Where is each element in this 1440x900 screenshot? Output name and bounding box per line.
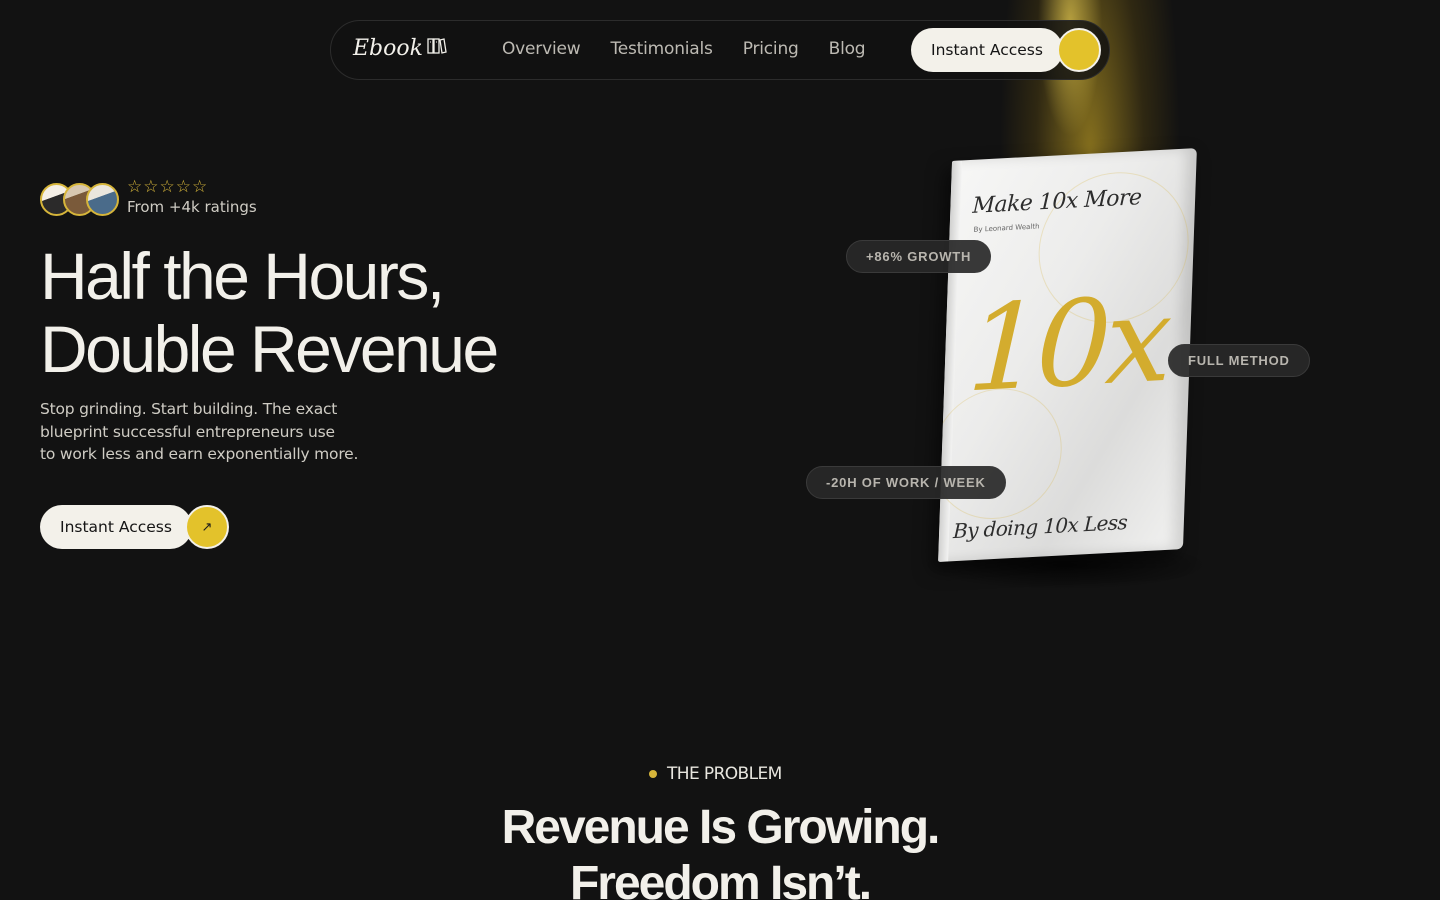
hero-subtitle-line1: Stop grinding. Start building. The exact	[40, 400, 338, 418]
section-title-line2: Freedom Isn’t.	[569, 857, 872, 900]
nav-instant-access-button[interactable]: Instant Access	[911, 28, 1063, 72]
avatar-group	[40, 183, 119, 216]
hero-title: Half the Hours, Double Revenue	[40, 239, 499, 386]
rating-text: From +4k ratings	[127, 198, 257, 216]
growth-badge: +86% GROWTH	[846, 240, 992, 273]
hero-title-line1: Half the Hours,	[40, 239, 445, 313]
section-eyebrow: THE PROBLEM	[649, 764, 782, 784]
nav-link-pricing[interactable]: Pricing	[743, 39, 799, 59]
nav-accent-button[interactable]	[1057, 28, 1101, 72]
arrow-up-right-icon[interactable]: ↗	[185, 505, 229, 549]
avatar	[86, 183, 119, 216]
star-rating-icon: ☆☆☆☆☆	[127, 177, 209, 197]
eyebrow-text: THE PROBLEM	[667, 764, 782, 784]
book-author: By Leonard Wealth	[973, 222, 1040, 234]
hero-subtitle-line2: blueprint successful entrepreneurs use	[40, 422, 335, 441]
nav-link-testimonials[interactable]: Testimonials	[610, 39, 712, 59]
hero-subtitle-line3: to work less and earn exponentially more…	[40, 445, 359, 463]
hero-instant-access-button[interactable]: Instant Access	[40, 505, 192, 549]
nav-links: Overview Testimonials Pricing Blog	[502, 39, 866, 59]
work-badge: -20H OF WORK / WEEK	[806, 466, 1006, 499]
method-badge: FULL METHOD	[1168, 344, 1310, 377]
dot-icon	[649, 770, 657, 778]
book-big-text: 10x	[965, 269, 1169, 419]
book-icon	[427, 37, 447, 60]
logo[interactable]: Ebook	[353, 36, 447, 61]
logo-text: Ebook	[353, 36, 423, 61]
section-title: Revenue Is Growing. Freedom Isn’t.	[0, 800, 1440, 900]
hero-subtitle: Stop grinding. Start building. The exact…	[40, 398, 360, 466]
hero-title-line2: Double Revenue	[40, 312, 499, 386]
book-cover: Make 10x More By Leonard Wealth 10x By d…	[938, 148, 1197, 562]
nav-link-overview[interactable]: Overview	[502, 39, 581, 59]
top-navbar: Ebook Overview Testimonials Pricing Blog…	[330, 20, 1110, 80]
section-title-line1: Revenue Is Growing.	[501, 801, 941, 854]
nav-link-blog[interactable]: Blog	[829, 39, 866, 59]
